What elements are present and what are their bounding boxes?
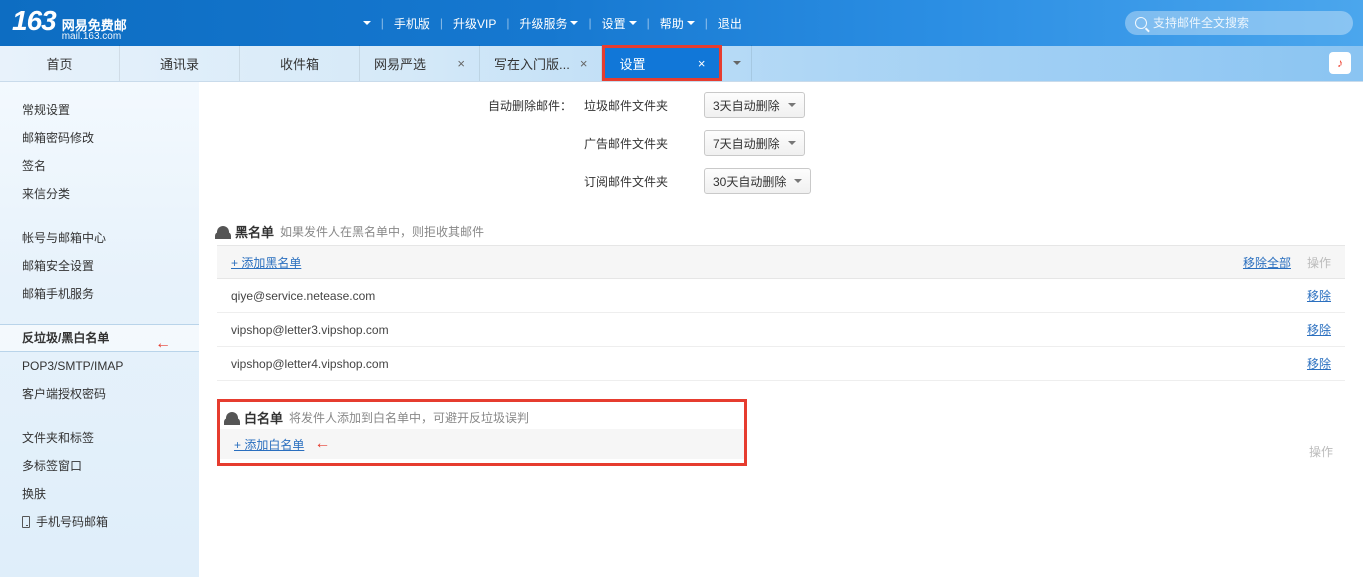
logo-text-en: mail.163.com xyxy=(62,32,127,42)
whitelist-title: 白名单 xyxy=(244,408,283,427)
app-header: 163 网易免费邮 mail.163.com | 手机版 | 升级VIP | 升… xyxy=(0,0,1363,46)
sidebar-item-antispam-label: 反垃圾/黑白名单 xyxy=(22,324,109,352)
blacklist-head: 黑名单 如果发件人在黑名单中，则拒收其邮件 xyxy=(217,218,1345,245)
blacklist-row: qiye@service.netease.com 移除 xyxy=(217,279,1345,313)
tabs-bar: 首页 通讯录 收件箱 网易严选 × 写在入门版... × 设置 × ♪ xyxy=(0,46,1363,82)
sidebar-item-general[interactable]: 常规设置 xyxy=(0,96,199,124)
main-area: 常规设置 邮箱密码修改 签名 来信分类 帐号与邮箱中心 邮箱安全设置 邮箱手机服… xyxy=(0,82,1363,577)
tab-compose[interactable]: 写在入门版... × xyxy=(480,45,602,81)
form-row-spam: 自动删除邮件： 垃圾邮件文件夹 3天自动删除 xyxy=(199,92,1363,118)
tab-compose-label: 写在入门版... xyxy=(494,54,570,73)
settings-content: 自动删除邮件： 垃圾邮件文件夹 3天自动删除 广告邮件文件夹 7天自动删除 订阅… xyxy=(199,82,1363,577)
blacklist-section: 黑名单 如果发件人在黑名单中，则拒收其邮件 + 添加黑名单 移除全部 操作 qi… xyxy=(217,218,1345,381)
blacklist-row: vipshop@letter3.vipshop.com 移除 xyxy=(217,313,1345,347)
auto-delete-label: 自动删除邮件： xyxy=(199,97,584,114)
nav-logout[interactable]: 退出 xyxy=(712,15,748,32)
ops-label: 操作 xyxy=(1307,254,1331,271)
nav-mobile[interactable]: 手机版 xyxy=(388,15,436,32)
tab-yanxuan-label: 网易严选 xyxy=(374,54,426,73)
logo-number: 163 xyxy=(12,5,56,37)
close-icon[interactable]: × xyxy=(457,56,465,71)
form-row-subs: 订阅邮件文件夹 30天自动删除 xyxy=(199,168,1363,194)
sidebar-item-security[interactable]: 邮箱安全设置 xyxy=(0,252,199,280)
sidebar-item-signature[interactable]: 签名 xyxy=(0,152,199,180)
sidebar-item-password[interactable]: 邮箱密码修改 xyxy=(0,124,199,152)
phone-icon xyxy=(22,516,30,528)
sidebar-item-pop3[interactable]: POP3/SMTP/IMAP xyxy=(0,352,199,380)
chevron-down-icon xyxy=(733,61,741,65)
whitelist-section: 白名单 将发件人添加到白名单中，可避开反垃圾误判 + 添加白名单 ← xyxy=(217,399,747,466)
ops-label: 操作 xyxy=(1309,443,1333,460)
chevron-down-icon xyxy=(687,21,695,25)
logo-text-cn: 网易免费邮 xyxy=(62,19,127,32)
chevron-down-icon xyxy=(788,141,796,145)
search-icon xyxy=(1135,17,1147,29)
close-icon[interactable]: × xyxy=(580,56,588,71)
sidebar-item-phone-mail-label: 手机号码邮箱 xyxy=(36,508,108,536)
tab-contacts[interactable]: 通讯录 xyxy=(120,45,240,81)
chevron-down-icon xyxy=(794,179,802,183)
remove-link[interactable]: 移除 xyxy=(1307,355,1331,372)
blacklist-email: vipshop@letter3.vipshop.com xyxy=(231,323,389,337)
chevron-down-icon xyxy=(363,21,371,25)
nav-upgrade-service[interactable]: 升级服务 xyxy=(513,15,584,32)
person-icon xyxy=(217,226,229,238)
add-whitelist-link[interactable]: + 添加白名单 xyxy=(234,436,304,453)
top-nav: | 手机版 | 升级VIP | 升级服务 | 设置 | 帮助 | 退出 xyxy=(357,15,748,32)
nav-help[interactable]: 帮助 xyxy=(654,15,701,32)
remove-link[interactable]: 移除 xyxy=(1307,287,1331,304)
chevron-down-icon xyxy=(570,21,578,25)
sidebar-item-mobile-service[interactable]: 邮箱手机服务 xyxy=(0,280,199,308)
music-icon[interactable]: ♪ xyxy=(1329,52,1351,74)
close-icon[interactable]: × xyxy=(698,56,706,71)
nav-upgrade-vip[interactable]: 升级VIP xyxy=(447,15,502,32)
sidebar-item-folders[interactable]: 文件夹和标签 xyxy=(0,424,199,452)
nav-dropdown-empty[interactable] xyxy=(357,21,377,25)
whitelist-toolbar: + 添加白名单 ← xyxy=(220,429,744,459)
tab-add[interactable] xyxy=(722,45,752,81)
remove-all-link[interactable]: 移除全部 xyxy=(1243,254,1291,271)
chevron-down-icon xyxy=(629,21,637,25)
tab-settings[interactable]: 设置 × xyxy=(602,45,722,81)
folder-ads-label: 广告邮件文件夹 xyxy=(584,135,704,152)
folder-spam-label: 垃圾邮件文件夹 xyxy=(584,97,704,114)
sidebar-item-account[interactable]: 帐号与邮箱中心 xyxy=(0,224,199,252)
select-ads-days[interactable]: 7天自动删除 xyxy=(704,130,805,156)
add-blacklist-link[interactable]: + 添加黑名单 xyxy=(231,254,301,271)
whitelist-head: 白名单 将发件人添加到白名单中，可避开反垃圾误判 xyxy=(220,402,744,429)
sidebar-item-filter[interactable]: 来信分类 xyxy=(0,180,199,208)
folder-subs-label: 订阅邮件文件夹 xyxy=(584,173,704,190)
remove-link[interactable]: 移除 xyxy=(1307,321,1331,338)
whitelist-desc: 将发件人添加到白名单中，可避开反垃圾误判 xyxy=(289,409,529,426)
search-box[interactable] xyxy=(1125,11,1353,35)
search-input[interactable] xyxy=(1153,16,1343,30)
whitelist-wrapper: 白名单 将发件人添加到白名单中，可避开反垃圾误判 + 添加白名单 ← 操作 xyxy=(199,399,1363,466)
blacklist-toolbar: + 添加黑名单 移除全部 操作 xyxy=(217,245,1345,279)
sidebar-item-client-auth[interactable]: 客户端授权密码 xyxy=(0,380,199,408)
person-icon xyxy=(226,412,238,424)
blacklist-email: qiye@service.netease.com xyxy=(231,289,375,303)
chevron-down-icon xyxy=(788,103,796,107)
blacklist-title: 黑名单 xyxy=(235,222,274,241)
tab-inbox[interactable]: 收件箱 xyxy=(240,45,360,81)
sidebar-item-antispam[interactable]: 反垃圾/黑白名单 ← xyxy=(0,324,199,352)
sidebar-item-skin[interactable]: 换肤 xyxy=(0,480,199,508)
form-row-ads: 广告邮件文件夹 7天自动删除 xyxy=(199,130,1363,156)
sidebar-item-phone-mail[interactable]: 手机号码邮箱 xyxy=(0,508,199,536)
blacklist-row: vipshop@letter4.vipshop.com 移除 xyxy=(217,347,1345,381)
settings-sidebar: 常规设置 邮箱密码修改 签名 来信分类 帐号与邮箱中心 邮箱安全设置 邮箱手机服… xyxy=(0,82,199,577)
sidebar-item-multitab[interactable]: 多标签窗口 xyxy=(0,452,199,480)
tab-yanxuan[interactable]: 网易严选 × xyxy=(360,45,480,81)
tab-home[interactable]: 首页 xyxy=(0,45,120,81)
nav-settings[interactable]: 设置 xyxy=(596,15,643,32)
logo[interactable]: 163 网易免费邮 mail.163.com xyxy=(12,5,127,42)
annotation-arrow-left: ← xyxy=(314,435,330,453)
select-subs-days[interactable]: 30天自动删除 xyxy=(704,168,811,194)
tab-settings-label: 设置 xyxy=(619,54,645,73)
blacklist-email: vipshop@letter4.vipshop.com xyxy=(231,357,389,371)
select-spam-days[interactable]: 3天自动删除 xyxy=(704,92,805,118)
blacklist-desc: 如果发件人在黑名单中，则拒收其邮件 xyxy=(280,223,484,240)
